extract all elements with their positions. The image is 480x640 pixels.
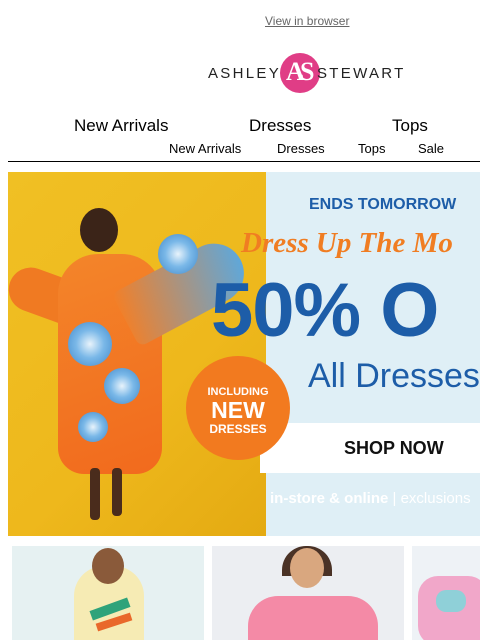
- product-thumb-2[interactable]: [212, 546, 404, 640]
- shop-now-button[interactable]: SHOP NOW: [260, 423, 480, 473]
- secondary-nav: New Arrivals Dresses Tops Sale: [0, 141, 480, 157]
- flower-print-2: [104, 368, 140, 404]
- thumb-2-model-face: [290, 548, 324, 588]
- hero-script-title: Dress Up The Mo: [241, 227, 453, 259]
- logo-monogram-text-2: S: [300, 57, 315, 86]
- nav-link-tops[interactable]: Tops: [392, 116, 428, 136]
- badge-line-2: NEW: [211, 397, 265, 423]
- hero-footer-bold: in-store & online: [270, 490, 389, 507]
- product-thumb-1[interactable]: [12, 546, 204, 640]
- product-thumb-3[interactable]: [412, 546, 480, 640]
- subnav-link-sale[interactable]: Sale: [418, 141, 444, 156]
- nav-divider: [8, 161, 480, 162]
- hero-headline: 50% O: [211, 268, 439, 353]
- primary-nav: New Arrivals Dresses Tops: [0, 116, 480, 136]
- nav-link-new-arrivals[interactable]: New Arrivals: [74, 116, 168, 136]
- thumb-1-model-face: [92, 548, 124, 584]
- hero-subhead: All Dresses: [308, 357, 480, 395]
- subnav-link-dresses[interactable]: Dresses: [277, 141, 325, 156]
- hero-banner[interactable]: ENDS TOMORROW Dress Up The Mo 50% O All …: [8, 172, 480, 536]
- nav-link-dresses[interactable]: Dresses: [249, 116, 311, 136]
- thumb-2-garment: [248, 596, 378, 640]
- leg-left: [90, 468, 100, 520]
- logo-word-right: STEWART: [317, 65, 406, 82]
- subnav-link-tops[interactable]: Tops: [358, 141, 385, 156]
- logo-word-left: ASHLEY: [208, 65, 281, 82]
- badge-line-3: DRESSES: [209, 422, 267, 436]
- hero-model-photo: [8, 172, 266, 536]
- view-in-browser-link[interactable]: View in browser: [265, 14, 349, 28]
- brand-logo[interactable]: ASHLEY A S STEWART: [207, 50, 409, 96]
- flower-print-3: [158, 234, 198, 274]
- flower-print-4: [78, 412, 108, 442]
- flower-print-1: [68, 322, 112, 366]
- subnav-link-new-arrivals[interactable]: New Arrivals: [169, 141, 241, 156]
- hero-eyebrow: ENDS TOMORROW: [309, 196, 457, 213]
- hero-footer-rest: | exclusions: [388, 490, 471, 507]
- model-head: [80, 208, 118, 252]
- hero-footer-note: in-store & online | exclusions: [270, 490, 471, 507]
- thumb-3-print: [436, 590, 466, 612]
- new-dresses-badge: INCLUDING NEW DRESSES: [186, 356, 290, 460]
- leg-right: [112, 468, 122, 516]
- logo-monogram-icon: A S: [280, 53, 320, 93]
